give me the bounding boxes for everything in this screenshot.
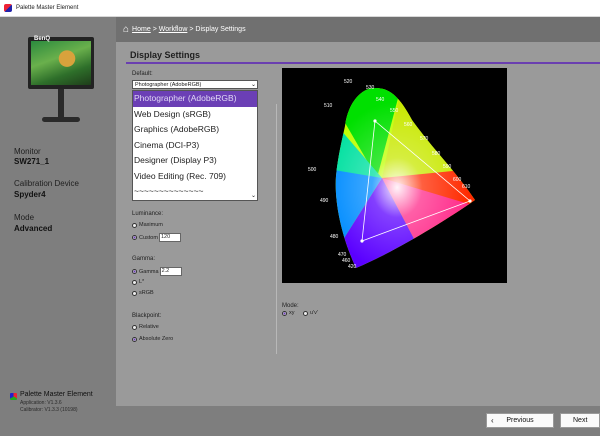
breadcrumb-home[interactable]: Home xyxy=(132,26,151,33)
mode-value: Advanced xyxy=(14,224,53,233)
next-button[interactable]: Next xyxy=(560,413,600,428)
wavelength-label: 610 xyxy=(462,184,471,190)
title-divider xyxy=(126,62,600,64)
wavelength-label: 550 xyxy=(390,108,399,114)
mode-xy-radio[interactable]: xy xyxy=(282,310,295,316)
luminance-input[interactable]: 120 xyxy=(158,233,181,242)
default-select[interactable]: Photographer (AdobeRGB) ⌄ xyxy=(132,80,258,89)
gamma-lstar-radio[interactable]: L* xyxy=(132,279,144,285)
main-panel: Display Settings Default: Photographer (… xyxy=(116,42,600,406)
wavelength-label: 560 xyxy=(404,122,413,128)
option-video-editing[interactable]: Video Editing (Rec. 709) xyxy=(133,169,257,185)
wavelength-label: 590 xyxy=(443,164,452,170)
cie-diagram-svg: 520 530 540 510 550 560 570 580 590 500 … xyxy=(308,79,475,270)
radio-selected-icon[interactable] xyxy=(132,336,137,342)
title-bar: Palette Master Element xyxy=(0,0,600,17)
option-graphics[interactable]: Graphics (AdobeRGB) xyxy=(133,122,257,138)
radio-icon[interactable] xyxy=(132,290,137,296)
gamma-label: Gamma: xyxy=(132,256,156,262)
wavelength-label: 520 xyxy=(344,79,353,85)
radio-selected-icon[interactable] xyxy=(132,269,137,274)
breadcrumb-bar: ⌂ Home > Workflow > Display Settings xyxy=(116,17,600,42)
wavelength-label: 570 xyxy=(420,136,429,142)
option-photographer[interactable]: Photographer (AdobeRGB) xyxy=(133,91,257,107)
arrow-left-icon: ‹ xyxy=(491,416,494,425)
breadcrumb-current: Display Settings xyxy=(195,26,246,33)
breadcrumb: Home > Workflow > Display Settings xyxy=(132,26,246,33)
previous-button[interactable]: ‹ Previous xyxy=(486,413,554,428)
default-options-list[interactable]: Photographer (AdobeRGB) Web Design (sRGB… xyxy=(132,90,258,201)
bottom-bar: ‹ Previous Next xyxy=(116,406,600,436)
chevron-down-icon[interactable]: ⌄ xyxy=(251,81,256,90)
app-icon xyxy=(4,4,12,12)
luminance-maximum-radio[interactable]: Maximum xyxy=(132,222,163,228)
default-label: Default: xyxy=(132,71,153,77)
monitor-value: SW271_1 xyxy=(14,157,50,166)
luminance-custom-radio[interactable]: Custom 120 xyxy=(132,233,181,242)
breadcrumb-separator: > xyxy=(152,26,157,33)
brand-logo: BenQ xyxy=(34,36,51,42)
mode-label: Mode: xyxy=(282,303,299,309)
wavelength-label: 480 xyxy=(330,234,339,240)
sidebar: BenQ Monitor SW271_1 Calibration Device … xyxy=(0,17,116,436)
footer-app-version: Application: V1.3.6 xyxy=(20,400,62,406)
radio-icon[interactable] xyxy=(132,324,137,330)
option-web-design[interactable]: Web Design (sRGB) xyxy=(133,107,257,123)
radio-selected-icon[interactable] xyxy=(132,235,137,240)
breadcrumb-separator: > xyxy=(189,26,194,33)
page-title: Display Settings xyxy=(130,50,201,60)
device-label: Calibration Device xyxy=(14,179,79,188)
blackpoint-label: Blackpoint: xyxy=(132,313,162,319)
radio-icon[interactable] xyxy=(303,310,308,316)
device-value: Spyder4 xyxy=(14,190,46,199)
radio-selected-icon[interactable] xyxy=(282,310,287,316)
blackpoint-relative-radio[interactable]: Relative xyxy=(132,324,159,330)
gamma-input[interactable]: 2.2 xyxy=(159,267,182,276)
option-cinema[interactable]: Cinema (DCI-P3) xyxy=(133,138,257,154)
wavelength-label: 510 xyxy=(324,103,333,109)
monitor-image: BenQ xyxy=(28,36,94,132)
wavelength-label: 420 xyxy=(348,264,357,270)
blackpoint-absolute-radio[interactable]: Absolute Zero xyxy=(132,336,173,342)
option-custom[interactable]: ~~~~~~~~~~~~~~ xyxy=(133,184,257,200)
option-designer[interactable]: Designer (Display P3) xyxy=(133,153,257,169)
footer-app-name: Palette Master Element xyxy=(20,391,93,398)
mode-uv-radio[interactable]: u'v' xyxy=(303,310,318,316)
wavelength-label: 530 xyxy=(366,85,375,91)
gamma-srgb-radio[interactable]: sRGB xyxy=(132,290,154,296)
wavelength-label: 540 xyxy=(376,97,385,103)
breadcrumb-workflow[interactable]: Workflow xyxy=(159,26,188,33)
wavelength-label: 500 xyxy=(308,167,317,173)
luminance-label: Luminance: xyxy=(132,211,164,217)
default-select-value: Photographer (AdobeRGB) xyxy=(135,82,202,88)
gamma-gamma-radio[interactable]: Gamma 2.2 xyxy=(132,267,182,276)
wavelength-label: 600 xyxy=(453,177,462,183)
mode-label: Mode xyxy=(14,213,35,222)
chevron-down-icon[interactable]: ⌄ xyxy=(251,192,256,199)
window-title: Palette Master Element xyxy=(16,5,79,11)
wavelength-label: 580 xyxy=(432,151,441,157)
radio-icon[interactable] xyxy=(132,222,137,228)
palette-logo-icon xyxy=(10,393,17,400)
chromaticity-diagram: 520 530 540 510 550 560 570 580 590 500 … xyxy=(282,68,507,283)
home-icon[interactable]: ⌂ xyxy=(123,24,129,35)
footer-cal-version: Calibrator: V1.3.3 (10198) xyxy=(20,407,78,413)
vertical-divider xyxy=(276,104,277,354)
wavelength-label: 490 xyxy=(320,198,329,204)
monitor-label: Monitor xyxy=(14,147,41,156)
radio-icon[interactable] xyxy=(132,279,137,285)
